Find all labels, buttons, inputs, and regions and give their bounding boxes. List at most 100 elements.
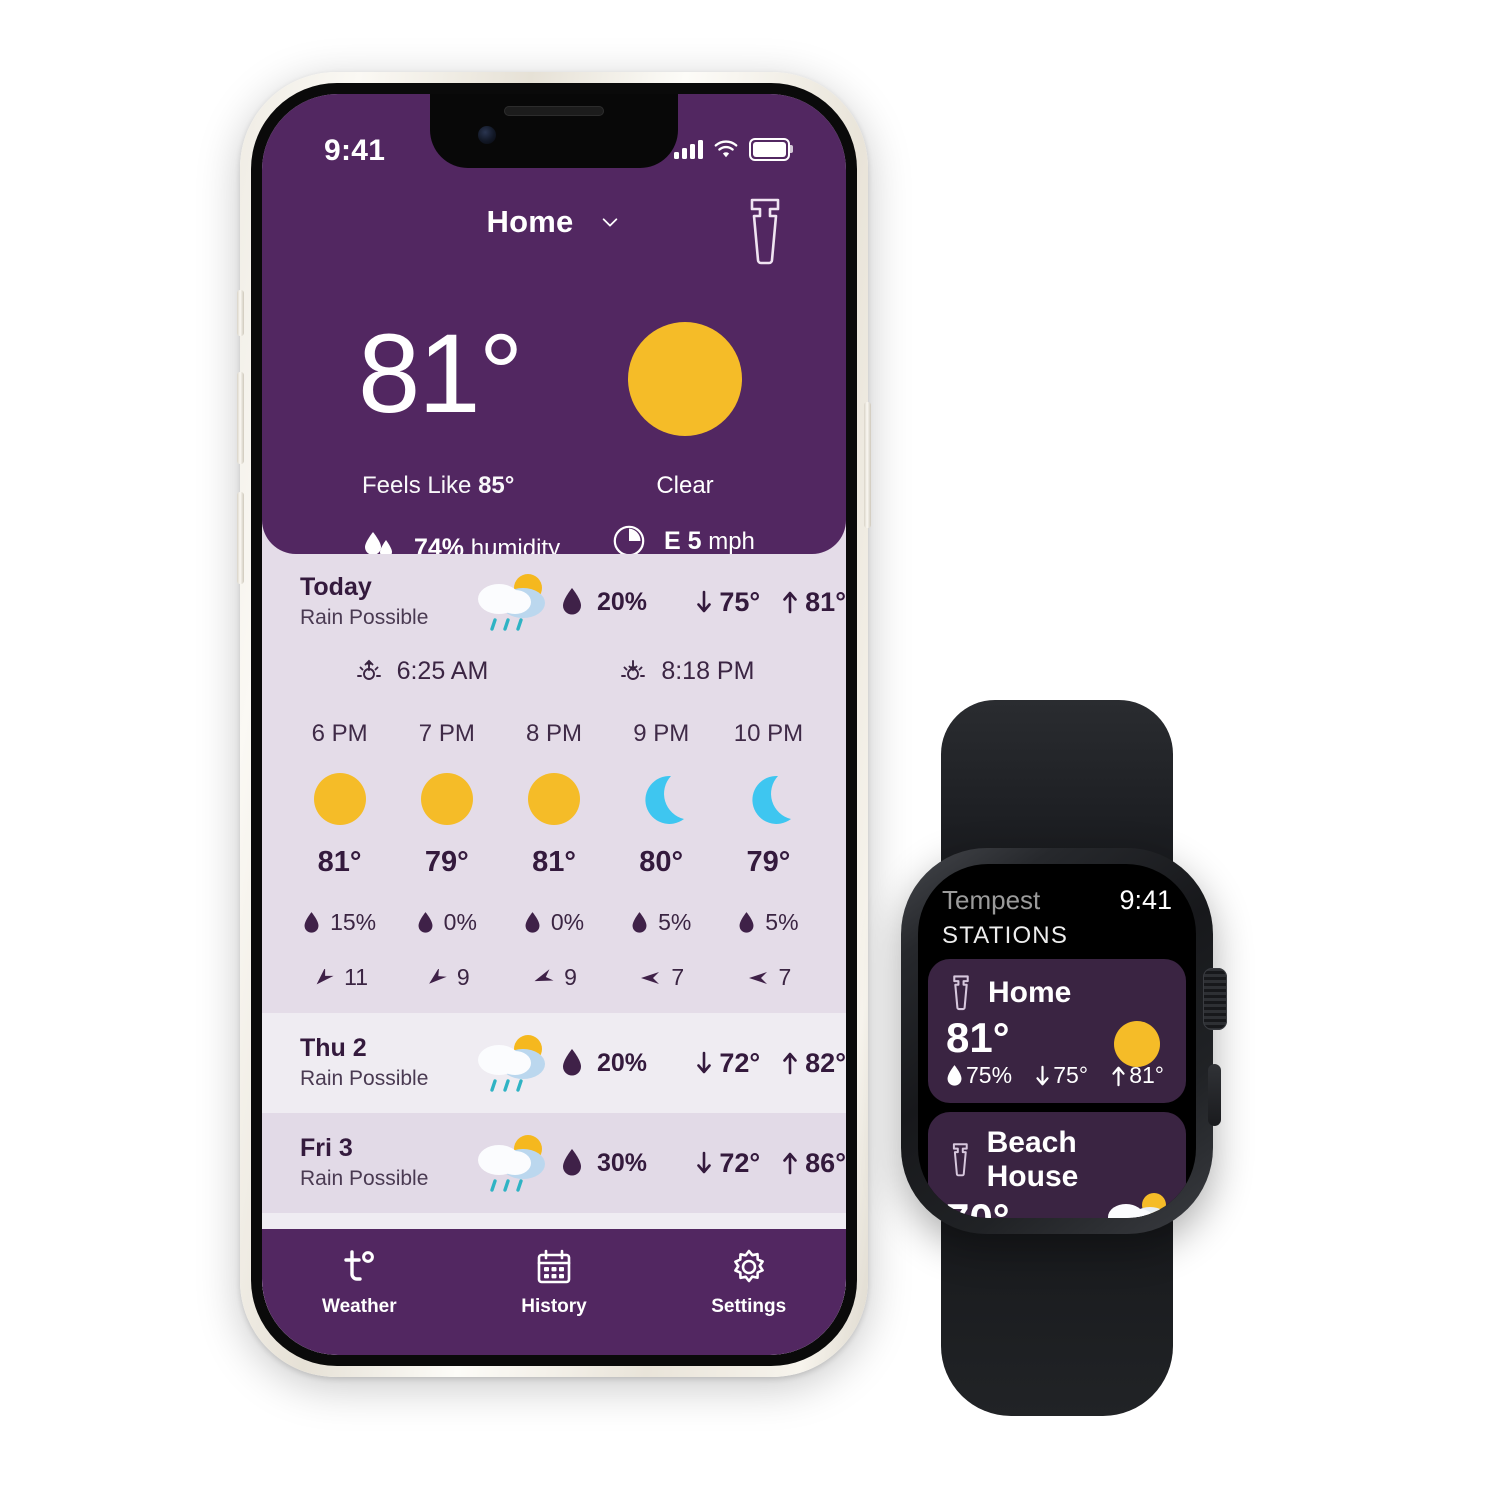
station-low: 75° xyxy=(1035,1062,1088,1089)
hour-cell: 8 PM 81° 0% 9 xyxy=(500,720,607,991)
arrow-up-icon xyxy=(783,1152,797,1175)
calendar-icon xyxy=(535,1247,573,1287)
station-card-beach-house[interactable]: Beach House 70° xyxy=(928,1112,1186,1218)
station-card-home[interactable]: Home 81° 75% 75° 81° xyxy=(928,959,1186,1104)
hour-precip: 5% xyxy=(608,909,715,936)
hour-time: 6 PM xyxy=(311,720,368,747)
wind-dial-icon xyxy=(613,525,645,557)
hour-cell: 10 PM 79° 5% 7 xyxy=(715,720,822,991)
sunset-time: 8:18 PM xyxy=(661,656,755,685)
sun-icon xyxy=(628,322,742,436)
sunrise-icon xyxy=(356,659,381,680)
tab-history-label: History xyxy=(521,1296,587,1317)
forecast-summary: Rain Possible xyxy=(300,1066,429,1090)
arrow-up-icon xyxy=(783,591,797,614)
watch-app-name: Tempest xyxy=(942,884,1041,915)
precip-droplet-icon xyxy=(525,911,540,933)
forecast-low: 72° xyxy=(696,1048,760,1079)
sun-cloud-rain-icon xyxy=(466,1032,561,1094)
moon-icon xyxy=(715,770,822,828)
watch-side-button[interactable] xyxy=(1208,1064,1221,1126)
station-name: Beach House xyxy=(986,1126,1079,1194)
forecast-low: 72° xyxy=(696,1148,760,1179)
arrow-down-icon xyxy=(697,590,712,613)
watch-stations-list[interactable]: Home 81° 75% 75° 81° Beach House xyxy=(928,959,1186,1218)
tempest-station-icon xyxy=(953,975,969,1011)
hour-wind: 11 xyxy=(286,964,393,991)
hour-time: 7 PM xyxy=(418,720,475,747)
precip-droplet-icon xyxy=(304,911,319,933)
tab-history[interactable]: History xyxy=(457,1247,652,1318)
digital-crown[interactable] xyxy=(1203,968,1227,1030)
hourly-forecast[interactable]: 6 PM 81° 15% 11 7 PM 79° 0% 9 8 PM 81° 0… xyxy=(262,712,846,1013)
arrow-up-icon xyxy=(783,1052,797,1075)
precip-droplet-icon xyxy=(739,911,754,933)
station-humidity: 75% xyxy=(946,1062,1012,1089)
today-hilo: 75° 81° xyxy=(696,587,846,618)
tab-settings[interactable]: Settings xyxy=(651,1247,846,1318)
sunrise-time: 6:25 AM xyxy=(396,656,489,685)
station-header: Beach House xyxy=(946,1126,1168,1194)
feels-like: Feels Like 85° xyxy=(362,472,514,500)
battery-icon xyxy=(749,138,793,161)
wind-value: E 5 mph xyxy=(664,526,755,555)
arrow-down-icon xyxy=(697,1151,712,1174)
gear-icon xyxy=(729,1247,769,1287)
sunset-icon xyxy=(621,660,646,680)
power-button[interactable] xyxy=(864,402,871,528)
tempest-station-icon[interactable] xyxy=(736,194,794,270)
sun-icon xyxy=(286,770,393,828)
hour-temp: 79° xyxy=(746,846,791,878)
wind-direction-icon xyxy=(534,968,554,981)
precip-droplet-icon xyxy=(418,911,433,933)
bottom-tab-bar: Weather History Settings xyxy=(262,1229,846,1355)
wind-direction-icon xyxy=(429,968,447,984)
hour-temp: 79° xyxy=(424,846,469,878)
sun-cloud-icon xyxy=(1102,1191,1174,1218)
forecast-day: Fri 3 xyxy=(300,1133,353,1162)
sun-icon xyxy=(1114,1021,1160,1067)
sunset: 8:18 PM xyxy=(618,656,754,686)
wind-direction-icon xyxy=(748,971,767,984)
wind-direction-icon xyxy=(316,968,334,984)
forecast-hilo: 72° 86° xyxy=(696,1148,846,1179)
wind-metric: E 5 mph xyxy=(612,524,755,558)
sun-cloud-rain-icon xyxy=(466,1132,561,1194)
watch-section-label: STATIONS xyxy=(942,922,1069,949)
apple-watch-device: Tempest 9:41 STATIONS Home 81° 75% 75° 8… xyxy=(845,700,1265,1416)
feels-like-label: Feels Like xyxy=(362,472,472,499)
chevron-down-icon xyxy=(603,218,618,227)
arrow-up-icon xyxy=(1112,1066,1125,1087)
tab-weather-label: Weather xyxy=(322,1296,397,1317)
precip-droplet-icon xyxy=(562,1049,581,1076)
sunrise: 6:25 AM xyxy=(354,656,489,686)
today-card[interactable]: Today Rain Possible 20% 75° 81° 6:25 AM … xyxy=(262,554,846,1013)
precip-droplet-icon xyxy=(562,588,581,615)
sun-icon xyxy=(393,770,500,828)
hour-time: 9 PM xyxy=(633,720,690,747)
sun-icon xyxy=(500,770,607,828)
phone-screen: 9:41 Home 81° Feels Like 85° Clear 74% h… xyxy=(262,94,846,1355)
location-name: Home xyxy=(486,204,574,239)
location-nav: Home xyxy=(262,198,846,265)
volume-down-button[interactable] xyxy=(237,492,244,584)
notch xyxy=(430,94,678,168)
today-high: 81° xyxy=(782,587,846,618)
silent-switch[interactable] xyxy=(237,290,244,336)
today-row[interactable]: Today Rain Possible 20% 75° 81° xyxy=(262,554,846,650)
today-summary: Rain Possible xyxy=(300,605,429,629)
hour-time: 8 PM xyxy=(526,720,583,747)
today-label: Today xyxy=(300,572,372,601)
hour-time: 10 PM xyxy=(733,720,804,747)
forecast-row[interactable]: Fri 3 Rain Possible 30% 72° 86° xyxy=(262,1113,846,1213)
hour-precip: 15% xyxy=(286,909,393,936)
hour-wind: 7 xyxy=(715,964,822,991)
today-low: 75° xyxy=(696,587,760,618)
volume-up-button[interactable] xyxy=(237,372,244,464)
tab-weather[interactable]: Weather xyxy=(262,1247,457,1318)
feels-like-value: 85° xyxy=(478,472,515,499)
forecast-row[interactable]: Thu 2 Rain Possible 20% 72° 82° xyxy=(262,1013,846,1113)
station-name: Home xyxy=(988,976,1072,1009)
earpiece-speaker xyxy=(504,106,604,116)
arrow-down-icon xyxy=(697,1051,712,1074)
